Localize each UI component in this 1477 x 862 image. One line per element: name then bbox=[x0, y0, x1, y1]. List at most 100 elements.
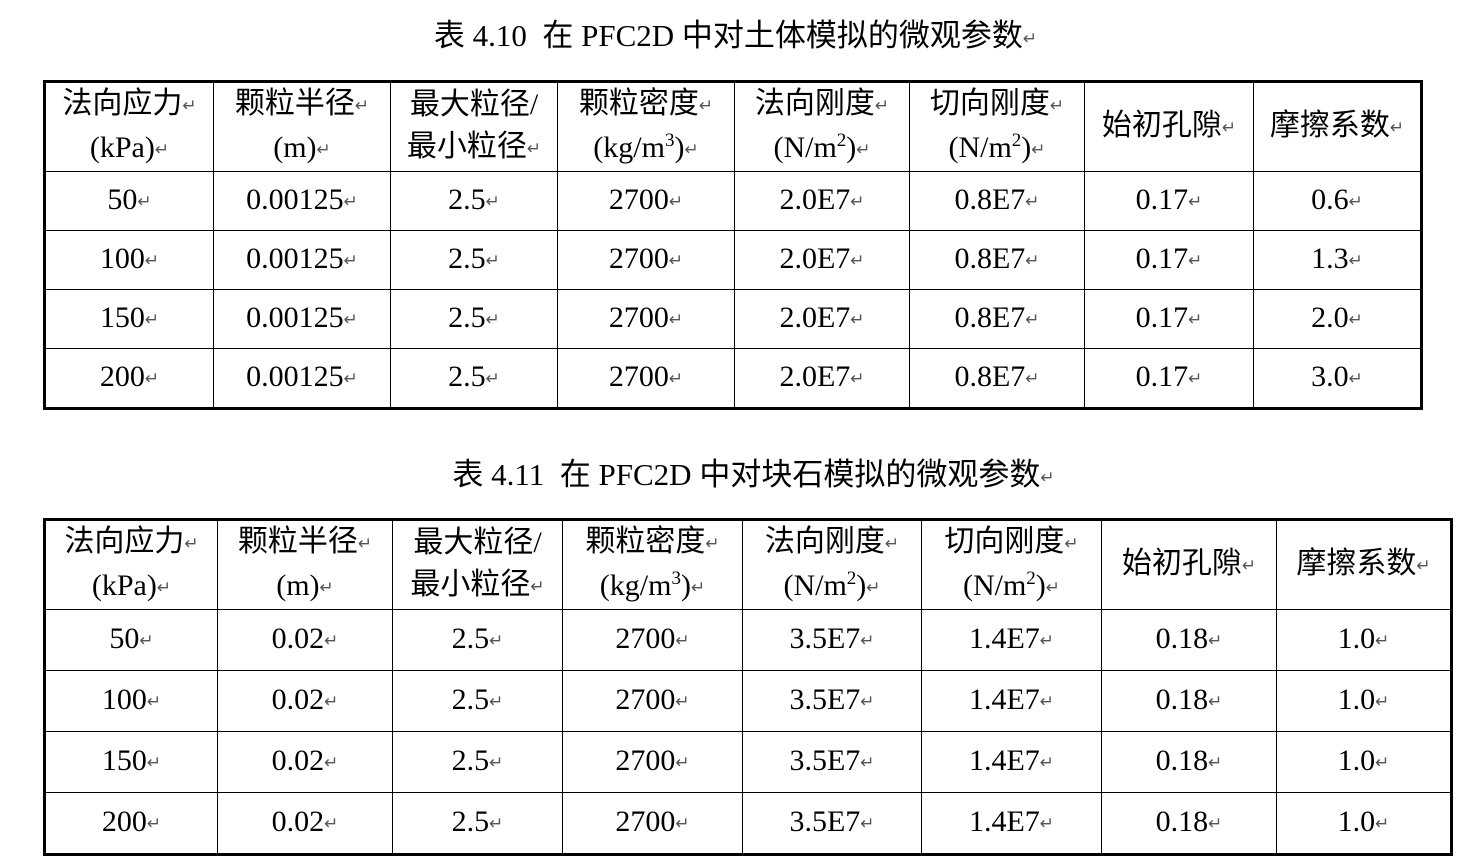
table-cell: 0.18↵ bbox=[1101, 670, 1277, 732]
paragraph-mark-icon: ↵ bbox=[485, 310, 500, 330]
paragraph-mark-icon: ↵ bbox=[184, 534, 199, 554]
paragraph-mark-icon: ↵ bbox=[144, 310, 160, 330]
column-header: 摩擦系数↵ bbox=[1276, 519, 1452, 610]
column-header: 颗粒半径↵ (m)↵ bbox=[217, 519, 393, 610]
paragraph-mark-icon: ↵ bbox=[146, 692, 162, 712]
table-cell: 3.5E7↵ bbox=[742, 670, 922, 732]
table-row: 150↵ 0.00125↵ 2.5↵ 2700↵ 2.0E7↵ 0.8E7↵ 0… bbox=[44, 289, 1422, 349]
paragraph-mark-icon: ↵ bbox=[675, 814, 690, 834]
table-row: 50↵ 0.02↵ 2.5↵ 2700↵ 3.5E7↵ 1.4E7↵ 0.18↵… bbox=[44, 609, 1452, 671]
table-cell: 0.17↵ bbox=[1084, 230, 1254, 290]
paragraph-mark-icon: ↵ bbox=[343, 251, 358, 271]
paragraph-mark-icon: ↵ bbox=[1045, 578, 1061, 598]
table-cell: 2.0E7↵ bbox=[734, 230, 910, 290]
paragraph-mark-icon: ↵ bbox=[1025, 251, 1040, 271]
table-cell: 2.5↵ bbox=[392, 670, 563, 732]
column-header: 摩擦系数↵ bbox=[1253, 81, 1422, 172]
column-header: 法向刚度↵ (N/m2)↵ bbox=[734, 81, 910, 172]
table-cell: 3.5E7↵ bbox=[742, 731, 922, 793]
table-cell: 1.4E7↵ bbox=[921, 609, 1102, 671]
paragraph-mark-icon: ↵ bbox=[146, 814, 162, 834]
table-cell: 0.17↵ bbox=[1084, 348, 1254, 409]
table-cell: 2.5↵ bbox=[392, 609, 563, 671]
paragraph-mark-icon: ↵ bbox=[1025, 369, 1040, 389]
table-cell: 2.5↵ bbox=[390, 289, 558, 349]
table-cell: 2700↵ bbox=[557, 348, 735, 409]
paragraph-mark-icon: ↵ bbox=[1208, 692, 1223, 712]
paragraph-mark-icon: ↵ bbox=[1039, 814, 1055, 834]
column-header: 颗粒密度↵ (kg/m3)↵ bbox=[562, 519, 743, 610]
column-header: 法向应力↵ (kPa)↵ bbox=[44, 81, 214, 172]
paragraph-mark-icon: ↵ bbox=[357, 534, 373, 554]
paragraph-mark-icon: ↵ bbox=[1375, 692, 1390, 712]
paragraph-mark-icon: ↵ bbox=[156, 578, 172, 598]
table-row: 100↵ 0.00125↵ 2.5↵ 2700↵ 2.0E7↵ 0.8E7↵ 0… bbox=[44, 230, 1422, 290]
table-cell: 2700↵ bbox=[562, 609, 743, 671]
column-header: 切向刚度↵ (N/m2)↵ bbox=[909, 81, 1085, 172]
paragraph-mark-icon: ↵ bbox=[860, 814, 875, 834]
paragraph-mark-icon: ↵ bbox=[324, 753, 339, 773]
paragraph-mark-icon: ↵ bbox=[866, 578, 881, 598]
paragraph-mark-icon: ↵ bbox=[850, 251, 865, 271]
table-cell: 0.17↵ bbox=[1084, 289, 1254, 349]
paragraph-mark-icon: ↵ bbox=[668, 251, 684, 271]
paragraph-mark-icon: ↵ bbox=[850, 192, 865, 212]
paragraph-mark-icon: ↵ bbox=[1039, 631, 1055, 651]
paragraph-mark-icon: ↵ bbox=[1221, 118, 1237, 138]
paragraph-mark-icon: ↵ bbox=[316, 140, 331, 160]
table-cell: 1.0↵ bbox=[1276, 792, 1452, 855]
paragraph-mark-icon: ↵ bbox=[489, 753, 504, 773]
column-header: 切向刚度↵ (N/m2)↵ bbox=[921, 519, 1102, 610]
paragraph-mark-icon: ↵ bbox=[860, 753, 875, 773]
table-cell: 2.5↵ bbox=[392, 792, 563, 855]
paragraph-mark-icon: ↵ bbox=[489, 631, 504, 651]
table-cell: 2700↵ bbox=[557, 289, 735, 349]
table-cell: 2.5↵ bbox=[390, 230, 558, 290]
paragraph-mark-icon: ↵ bbox=[1375, 631, 1390, 651]
table-cell: 2.5↵ bbox=[390, 171, 558, 231]
paragraph-mark-icon: ↵ bbox=[850, 369, 865, 389]
paragraph-mark-icon: ↵ bbox=[1348, 369, 1363, 389]
table-cell: 0.02↵ bbox=[217, 609, 393, 671]
paragraph-mark-icon: ↵ bbox=[1375, 814, 1390, 834]
table-cell: 3.5E7↵ bbox=[742, 609, 922, 671]
table-row: 50↵ 0.00125↵ 2.5↵ 2700↵ 2.0E7↵ 0.8E7↵ 0.… bbox=[44, 171, 1422, 231]
paragraph-mark-icon: ↵ bbox=[675, 631, 690, 651]
paragraph-mark-icon: ↵ bbox=[1241, 556, 1257, 576]
paragraph-mark-icon: ↵ bbox=[324, 814, 339, 834]
table-cell: 100↵ bbox=[44, 230, 214, 290]
column-header: 最大粒径/最小粒径↵ bbox=[392, 519, 563, 610]
table-cell: 0.18↵ bbox=[1101, 609, 1277, 671]
paragraph-mark-icon: ↵ bbox=[1188, 192, 1203, 212]
table-cell: 2.0E7↵ bbox=[734, 289, 910, 349]
soil-parameter-table: 法向应力↵ (kPa)↵ 颗粒半径↵ (m)↵ 最大粒径/最小粒径↵ 颗粒密度↵ (k… bbox=[43, 80, 1423, 410]
table-row: 200↵ 0.02↵ 2.5↵ 2700↵ 3.5E7↵ 1.4E7↵ 0.18… bbox=[44, 792, 1452, 855]
paragraph-mark-icon: ↵ bbox=[182, 96, 197, 116]
paragraph-mark-icon: ↵ bbox=[146, 753, 162, 773]
rock-block-parameter-table: 法向应力↵ (kPa)↵ 颗粒半径↵ (m)↵ 最大粒径/最小粒径↵ 颗粒密度↵ (k… bbox=[43, 518, 1453, 856]
paragraph-mark-icon: ↵ bbox=[343, 310, 358, 330]
paragraph-mark-icon: ↵ bbox=[860, 631, 875, 651]
table-cell: 2.5↵ bbox=[390, 348, 558, 409]
table-cell: 100↵ bbox=[44, 670, 218, 732]
table-cell: 0.00125↵ bbox=[213, 230, 391, 290]
paragraph-mark-icon: ↵ bbox=[668, 310, 684, 330]
caption-text: 表 4.11 在 PFC2D 中对块石模拟的微观参数 bbox=[452, 457, 1041, 492]
paragraph-mark-icon: ↵ bbox=[1039, 692, 1055, 712]
table-cell: 2700↵ bbox=[562, 731, 743, 793]
paragraph-mark-icon: ↵ bbox=[884, 534, 900, 554]
table-cell: 2.5↵ bbox=[392, 731, 563, 793]
table-cell: 0.00125↵ bbox=[213, 348, 391, 409]
paragraph-mark-icon: ↵ bbox=[144, 251, 160, 271]
paragraph-mark-icon: ↵ bbox=[324, 631, 339, 651]
table-caption: 表 4.10 在 PFC2D 中对土体模拟的微观参数↵ bbox=[0, 16, 1474, 59]
caption-text: 表 4.10 在 PFC2D 中对土体模拟的微观参数 bbox=[433, 18, 1023, 53]
table-cell: 50↵ bbox=[44, 171, 214, 231]
table-cell: 3.0↵ bbox=[1253, 348, 1422, 409]
table-cell: 2.0↵ bbox=[1253, 289, 1422, 349]
column-header: 颗粒密度↵ (kg/m3)↵ bbox=[557, 81, 735, 172]
table-cell: 1.4E7↵ bbox=[921, 792, 1102, 855]
table-cell: 0.8E7↵ bbox=[909, 171, 1085, 231]
paragraph-mark-icon: ↵ bbox=[489, 692, 504, 712]
paragraph-mark-icon: ↵ bbox=[1188, 251, 1203, 271]
